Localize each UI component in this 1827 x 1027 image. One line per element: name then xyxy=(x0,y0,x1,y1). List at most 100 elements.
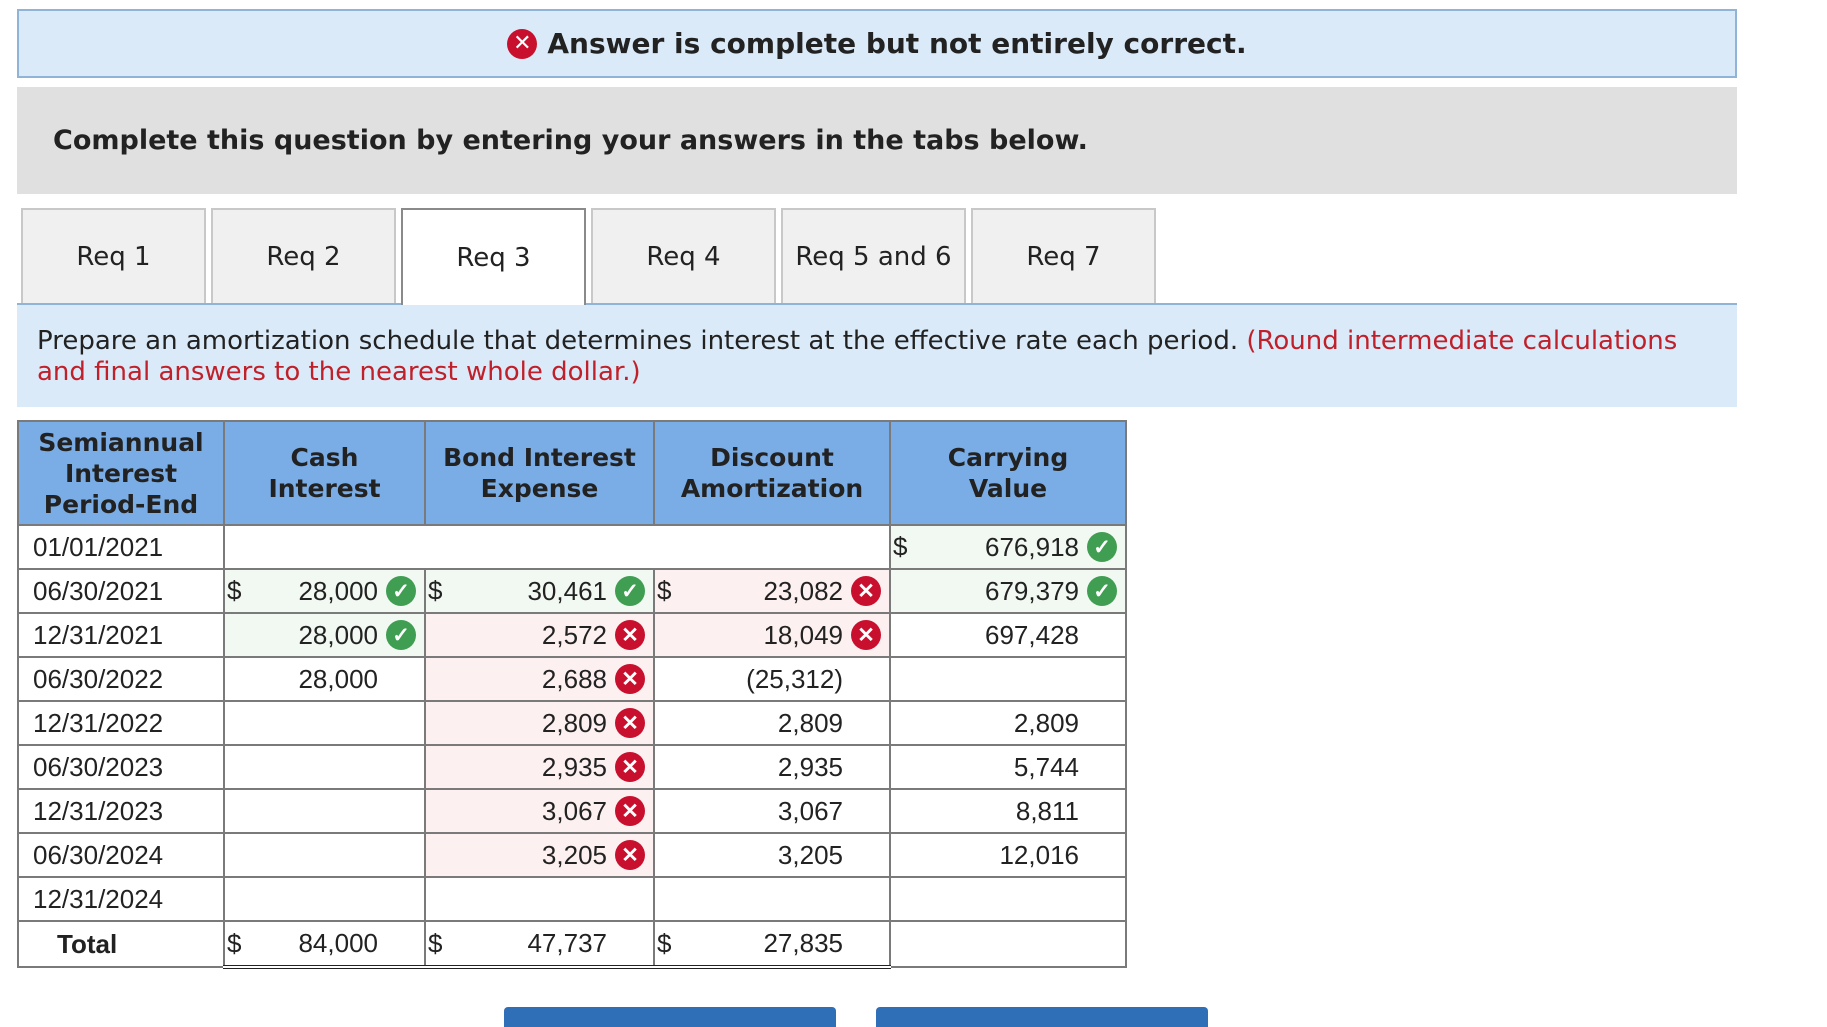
table-row: 12/31/2023 3,067 ✕ 3,067 8,811 xyxy=(17,788,1127,834)
period-cell: 12/31/2024 xyxy=(17,876,225,922)
dollar-sign: $ xyxy=(227,575,242,606)
tab-req-7[interactable]: Req 7 xyxy=(971,208,1156,303)
tab-req-4[interactable]: Req 4 xyxy=(591,208,776,303)
header-amort-line1: Discount xyxy=(710,443,834,472)
header-carrying-value: Carrying Value xyxy=(889,420,1127,526)
table-row: 12/31/2022 2,809 ✕ 2,809 2,809 xyxy=(17,700,1127,746)
cash-input[interactable] xyxy=(223,744,426,790)
cash-input[interactable] xyxy=(223,876,426,922)
carrying-input[interactable]: 679,379 ✓ xyxy=(889,568,1127,614)
x-icon: ✕ xyxy=(615,708,645,738)
amort-value: 2,809 xyxy=(777,707,843,738)
carrying-input[interactable]: 12,016 xyxy=(889,832,1127,878)
table-row: 06/30/2021 $28,000 ✓ $30,461 ✓ $23,082 ✕ 67… xyxy=(17,568,1127,614)
amort-input[interactable]: 2,809 xyxy=(653,700,891,746)
expense-input[interactable]: 2,688 ✕ xyxy=(424,656,655,702)
amort-input[interactable]: $23,082 ✕ xyxy=(653,568,891,614)
prompt-text: Prepare an amortization schedule that de… xyxy=(37,326,1239,356)
amort-value: (25,312) xyxy=(746,663,843,694)
amort-value: 2,935 xyxy=(777,751,843,782)
prev-tab-button[interactable] xyxy=(504,1007,836,1027)
cash-input[interactable] xyxy=(223,832,426,878)
period-cell: 01/01/2021 xyxy=(17,524,225,570)
total-label-cell: Total xyxy=(17,920,225,968)
x-icon: ✕ xyxy=(615,840,645,870)
amort-input[interactable]: 18,049 ✕ xyxy=(653,612,891,658)
carrying-input[interactable] xyxy=(889,656,1127,702)
table-row: 01/01/2021 $676,918 ✓ xyxy=(17,524,1127,570)
carrying-value: 12,016 xyxy=(999,839,1079,870)
amort-input[interactable]: 3,205 xyxy=(653,832,891,878)
instructions-text: Complete this question by entering your … xyxy=(53,125,1088,156)
header-period-line1: Semiannual xyxy=(38,427,204,457)
dollar-sign: $ xyxy=(657,575,672,606)
cash-input[interactable]: $28,000 ✓ xyxy=(223,568,426,614)
total-row: Total $84,000 $47,737 $27,835 xyxy=(17,920,1127,969)
x-icon: ✕ xyxy=(851,576,881,606)
header-period: Semiannual Interest Period-End xyxy=(17,420,225,526)
question-prompt: Prepare an amortization schedule that de… xyxy=(17,303,1737,407)
period-cell: 12/31/2023 xyxy=(17,788,225,834)
amort-input[interactable]: (25,312) xyxy=(653,656,891,702)
carrying-input[interactable] xyxy=(889,876,1127,922)
amort-value: 3,067 xyxy=(777,795,843,826)
expense-value: 3,205 xyxy=(541,839,607,870)
carrying-value: 697,428 xyxy=(985,619,1079,650)
header-cash-line2: Interest xyxy=(268,474,381,503)
cash-input[interactable]: 28,000 ✓ xyxy=(223,612,426,658)
table-row: 06/30/2023 2,935 ✕ 2,935 5,744 xyxy=(17,744,1127,790)
amort-input[interactable] xyxy=(653,876,891,922)
period-cell: 06/30/2024 xyxy=(17,832,225,878)
x-icon: ✕ xyxy=(615,752,645,782)
cash-input[interactable] xyxy=(223,700,426,746)
expense-input[interactable]: 2,572 ✕ xyxy=(424,612,655,658)
expense-input[interactable]: 2,935 ✕ xyxy=(424,744,655,790)
carrying-input[interactable]: $676,918 ✓ xyxy=(889,524,1127,570)
table-row: 12/31/2024 xyxy=(17,876,1127,922)
cash-input[interactable]: 28,000 xyxy=(223,656,426,702)
table-row: 12/31/2021 28,000 ✓ 2,572 ✕ 18,049 ✕ 697,42… xyxy=(17,612,1127,658)
header-expense-line1: Bond Interest xyxy=(443,443,636,472)
x-icon: ✕ xyxy=(615,620,645,650)
cash-value: 28,000 xyxy=(298,619,378,650)
expense-input[interactable] xyxy=(424,876,655,922)
next-tab-button[interactable] xyxy=(876,1007,1208,1027)
period-cell: 12/31/2021 xyxy=(17,612,225,658)
header-carrying-line2: Value xyxy=(968,474,1048,503)
tab-req-3[interactable]: Req 3 xyxy=(401,208,586,305)
expense-value: 3,067 xyxy=(541,795,607,826)
amort-input[interactable]: 3,067 xyxy=(653,788,891,834)
check-icon: ✓ xyxy=(386,620,416,650)
blank-cell xyxy=(223,524,891,570)
carrying-input[interactable]: 8,811 xyxy=(889,788,1127,834)
dollar-sign: $ xyxy=(657,928,672,958)
period-cell: 06/30/2021 xyxy=(17,568,225,614)
expense-input[interactable]: 3,205 ✕ xyxy=(424,832,655,878)
expense-input[interactable]: $30,461 ✓ xyxy=(424,568,655,614)
x-icon: ✕ xyxy=(851,620,881,650)
carrying-input[interactable]: 5,744 xyxy=(889,744,1127,790)
tab-req-5-and-6[interactable]: Req 5 and 6 xyxy=(781,208,966,303)
amortization-schedule-table: Semiannual Interest Period-End Cash Inte… xyxy=(17,420,1127,969)
check-icon: ✓ xyxy=(386,576,416,606)
cash-input[interactable] xyxy=(223,788,426,834)
tab-req-1[interactable]: Req 1 xyxy=(21,208,206,303)
dollar-sign: $ xyxy=(428,575,443,606)
result-banner: ✕ Answer is complete but not entirely co… xyxy=(17,9,1737,78)
expense-input[interactable]: 2,809 ✕ xyxy=(424,700,655,746)
amort-input[interactable]: 2,935 xyxy=(653,744,891,790)
instructions-bar: Complete this question by entering your … xyxy=(17,87,1737,194)
total-carrying xyxy=(889,920,1127,968)
table-row: 06/30/2024 3,205 ✕ 3,205 12,016 xyxy=(17,832,1127,878)
carrying-input[interactable]: 2,809 xyxy=(889,700,1127,746)
tab-req-2[interactable]: Req 2 xyxy=(211,208,396,303)
amort-value: 3,205 xyxy=(777,839,843,870)
tab-bar: Req 1 Req 2 Req 3 Req 4 Req 5 and 6 Req … xyxy=(21,208,1156,305)
total-amort-value: 27,835 xyxy=(763,928,843,958)
total-label: Total xyxy=(57,928,118,959)
check-icon: ✓ xyxy=(615,576,645,606)
carrying-input[interactable]: 697,428 xyxy=(889,612,1127,658)
total-amort: $27,835 xyxy=(653,920,891,969)
expense-input[interactable]: 3,067 ✕ xyxy=(424,788,655,834)
x-icon: ✕ xyxy=(615,664,645,694)
